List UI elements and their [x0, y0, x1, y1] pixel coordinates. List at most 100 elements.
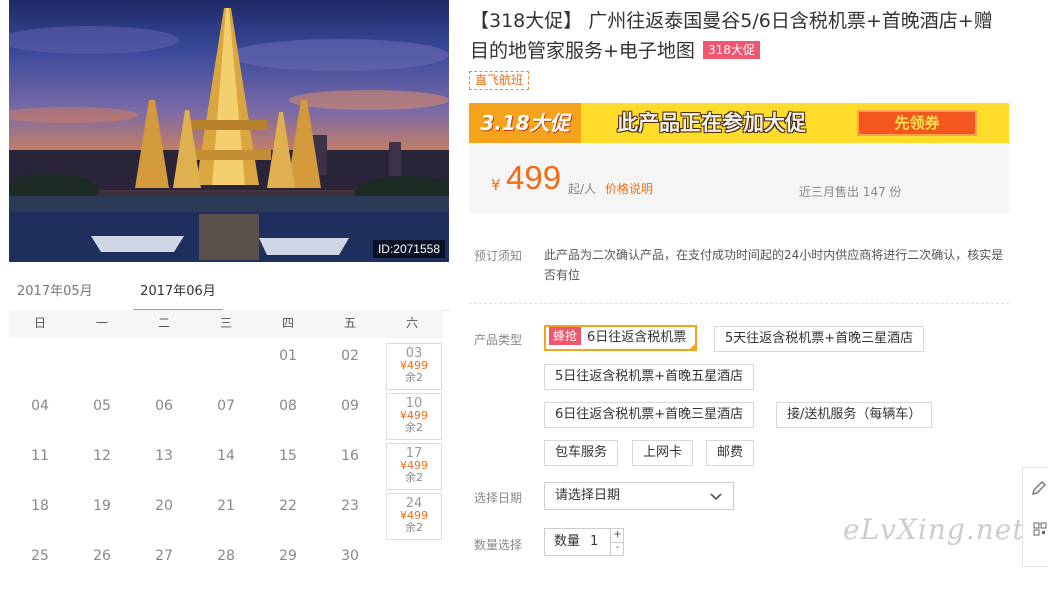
calendar-day: 26	[71, 542, 133, 592]
quantity-value[interactable]: 1	[590, 529, 598, 555]
calendar-week-1: 01 02 03 ¥499 余2	[9, 342, 443, 392]
quantity-minus-button[interactable]: -	[610, 542, 624, 555]
calendar-day: 02	[319, 342, 381, 392]
day-number: 21	[217, 498, 235, 514]
product-id-label: ID:2071558	[372, 240, 445, 258]
temple-illustration	[9, 8, 449, 262]
date-label: 选择日期	[474, 491, 523, 505]
calendar-day: 23	[319, 492, 381, 542]
weekday-fri: 五	[343, 316, 356, 330]
day-number: 30	[341, 548, 359, 564]
booking-notice-label: 预订须知	[474, 249, 523, 263]
price-calendar: 日 一 二 三 四 五 六 01 02 03 ¥499 余2 04 05 06 …	[9, 310, 443, 592]
chevron-down-icon	[710, 484, 722, 517]
option-5day-3star[interactable]: 5天往返含税机票+首晚三星酒店	[714, 326, 925, 352]
calendar-day: 28	[195, 542, 257, 592]
month-tabs: 2017年05月 2017年06月	[9, 280, 449, 312]
day-number: 10	[405, 396, 423, 411]
calendar-day: 18	[9, 492, 71, 542]
calendar-day: 08	[257, 392, 319, 442]
day-number: 22	[279, 498, 297, 514]
sold-count: 近三月售出 147 份	[799, 185, 902, 199]
calendar-day: 13	[133, 442, 195, 492]
calendar-day-empty	[9, 342, 71, 392]
day-number: 03	[405, 346, 423, 361]
promo-banner-logo: 3.18大促	[469, 103, 581, 143]
day-number: 01	[279, 348, 297, 364]
day-stock: 余2	[405, 371, 423, 384]
day-stock: 余2	[405, 471, 423, 484]
weekday-wed: 三	[219, 316, 232, 330]
day-number: 06	[155, 398, 173, 414]
calendar-day: 12	[71, 442, 133, 492]
calendar-day: 14	[195, 442, 257, 492]
day-number: 27	[155, 548, 173, 564]
day-number: 18	[31, 498, 49, 514]
date-select[interactable]: 请选择日期	[544, 482, 734, 510]
promo-badge: 318大促	[702, 41, 760, 59]
weekday-tue: 二	[157, 316, 170, 330]
option-car-charter[interactable]: 包车服务	[544, 440, 619, 466]
weekday-sun: 日	[33, 316, 46, 330]
day-number: 20	[155, 498, 173, 514]
quantity-stepper[interactable]: 数量 1 + -	[544, 528, 624, 556]
price-unit: 起/人	[568, 182, 597, 196]
promo-banner[interactable]: 3.18大促 此产品正在参加大促 先领券	[469, 103, 1009, 143]
option-postage[interactable]: 邮费	[706, 440, 755, 466]
calendar-week-2: 04 05 06 07 08 09 10 ¥499 余2	[9, 392, 443, 442]
watermark: eLvXing.net	[843, 513, 1025, 546]
calendar-week-5: 25 26 27 28 29 30	[9, 542, 443, 592]
divider	[469, 303, 1009, 304]
date-placeholder: 请选择日期	[555, 488, 621, 503]
price-currency: ¥	[491, 176, 501, 194]
calendar-day: 30	[319, 542, 381, 592]
option-sim-card[interactable]: 上网卡	[632, 440, 694, 466]
product-type-label: 产品类型	[474, 333, 523, 347]
calendar-day-empty	[71, 342, 133, 392]
day-number: 08	[279, 398, 297, 414]
calendar-day: 09	[319, 392, 381, 442]
product-photo: ID:2071558	[9, 0, 449, 262]
calendar-day-available[interactable]: 17 ¥499 余2	[386, 443, 442, 490]
day-number: 02	[341, 348, 359, 364]
option-6day-ticket[interactable]: 蜂抢 6日往返含税机票	[544, 325, 698, 351]
weekday-sat: 六	[405, 316, 418, 330]
day-number: 09	[341, 398, 359, 414]
calendar-day: 11	[9, 442, 71, 492]
option-6day-3star[interactable]: 6日往返含税机票+首晚三星酒店	[544, 402, 755, 428]
day-number: 13	[155, 448, 173, 464]
day-number: 19	[93, 498, 111, 514]
booking-notice-text: 此产品为二次确认产品，在支付成功时间起的24小时内供应商将进行二次确认，核实是否…	[544, 248, 1004, 282]
calendar-day-empty	[381, 542, 443, 592]
calendar-day: 07	[195, 392, 257, 442]
calendar-day: 05	[71, 392, 133, 442]
calendar-day-empty	[133, 342, 195, 392]
side-toolbar	[1022, 467, 1048, 567]
quantity-plus-button[interactable]: +	[610, 529, 624, 543]
quantity-label: 数量选择	[474, 538, 523, 552]
tab-month-june[interactable]: 2017年06月	[133, 284, 223, 312]
day-number: 25	[31, 548, 49, 564]
calendar-day: 15	[257, 442, 319, 492]
calendar-day-available[interactable]: 24 ¥499 余2	[386, 493, 442, 540]
calendar-day: 19	[71, 492, 133, 542]
calendar-day-available[interactable]: 10 ¥499 余2	[386, 393, 442, 440]
calendar-day-available[interactable]: 03 ¥499 余2	[386, 343, 442, 390]
edit-icon[interactable]	[1031, 480, 1047, 501]
day-number: 14	[217, 448, 235, 464]
calendar-day: 27	[133, 542, 195, 592]
tab-month-may[interactable]: 2017年05月	[17, 284, 93, 309]
option-airport-transfer[interactable]: 接/送机服务（每辆车）	[776, 402, 933, 428]
day-number: 24	[405, 496, 423, 511]
calendar-day: 21	[195, 492, 257, 542]
day-number: 05	[93, 398, 111, 414]
option-5day-5star[interactable]: 5日往返含税机票+首晚五星酒店	[544, 364, 755, 390]
qr-icon[interactable]	[1033, 520, 1047, 541]
get-coupon-button[interactable]: 先领券	[857, 110, 977, 136]
day-number: 15	[279, 448, 297, 464]
weekday-mon: 一	[95, 316, 108, 330]
day-number: 17	[405, 446, 423, 461]
price-explain-link[interactable]: 价格说明	[605, 180, 653, 197]
calendar-day: 06	[133, 392, 195, 442]
weekday-header: 日 一 二 三 四 五 六	[9, 310, 443, 338]
